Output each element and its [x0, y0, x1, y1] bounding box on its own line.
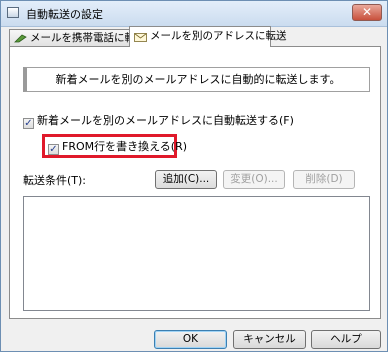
auto-forward-checkbox-label: 新着メールを別のメールアドレスに自動転送する(F)	[37, 114, 294, 127]
phone-mail-icon	[14, 34, 27, 43]
close-button[interactable]: ✕	[352, 4, 382, 21]
title-bar: 自動転送の設定 ✕	[1, 1, 387, 27]
tab-bar: メールを携帯電話に転送 メールを別のアドレスに転送	[9, 26, 381, 47]
from-rewrite-checkbox[interactable]: ✓ FROM行を書き換える(R)	[48, 140, 187, 155]
change-button[interactable]: 変更(O)...	[223, 170, 285, 189]
description-box: 新着メールを別のメールアドレスに自動的に転送します。	[23, 67, 370, 92]
auto-forward-settings-dialog: 自動転送の設定 ✕ メールを携帯電話に転送 メールを別のアドレスに転送 新着メー…	[0, 0, 388, 352]
ok-button[interactable]: OK	[154, 330, 227, 349]
window-title: 自動転送の設定	[26, 8, 103, 21]
tab-label: メールを別のアドレスに転送	[150, 30, 287, 42]
envelope-icon	[134, 33, 147, 42]
add-button[interactable]: 追加(C)...	[155, 170, 217, 189]
from-rewrite-checkbox-label: FROM行を書き換える(R)	[62, 140, 188, 153]
conditions-label: 転送条件(T):	[23, 174, 87, 187]
tab-forward-to-phone[interactable]: メールを携帯電話に転送	[9, 29, 146, 46]
help-button[interactable]: ヘルプ	[311, 330, 381, 349]
delete-button[interactable]: 削除(D)	[293, 170, 355, 189]
forward-conditions-list[interactable]	[23, 196, 370, 311]
cancel-button[interactable]: キャンセル	[233, 330, 306, 349]
auto-forward-checkbox[interactable]: ✓ 新着メールを別のメールアドレスに自動転送する(F)	[23, 114, 294, 129]
app-icon	[7, 7, 19, 18]
checkbox-checked-icon: ✓	[48, 144, 59, 155]
checkbox-checked-icon: ✓	[23, 118, 34, 129]
forward-to-address-panel: 新着メールを別のメールアドレスに自動的に転送します。 ✓ 新着メールを別のメールア…	[9, 46, 381, 319]
tab-forward-to-address[interactable]: メールを別のアドレスに転送	[129, 26, 287, 47]
